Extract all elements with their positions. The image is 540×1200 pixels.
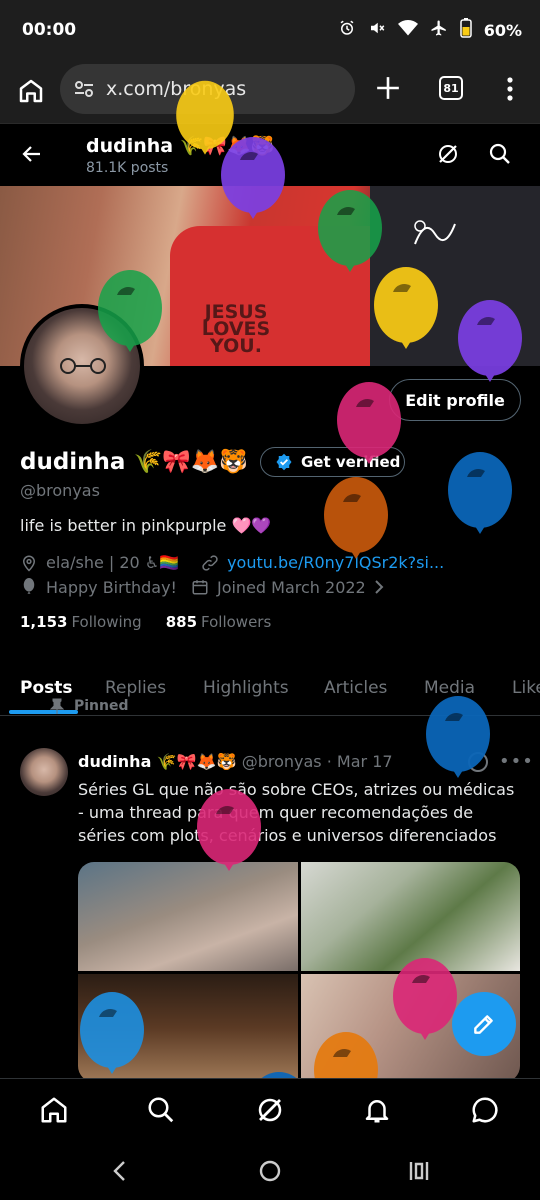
url-text: x.com/bronyas: [106, 78, 247, 100]
tweet-separator: ·: [326, 752, 332, 771]
tweet-date[interactable]: Mar 17: [337, 752, 393, 771]
location-icon: [22, 555, 36, 572]
profile-header-bar: dudinha 🌾🎀🦊🐯 81.1K posts: [0, 124, 540, 186]
airplane-icon: [430, 19, 448, 41]
new-tab-icon[interactable]: [375, 75, 401, 101]
pinned-label: Pinned: [50, 698, 129, 714]
search-icon[interactable]: [488, 142, 512, 166]
android-navigation-bar: [0, 1142, 540, 1200]
system-home-icon[interactable]: [258, 1159, 282, 1183]
back-arrow-icon[interactable]: [20, 142, 44, 166]
tweet-author-avatar[interactable]: [20, 748, 68, 796]
tab-media[interactable]: Media: [424, 660, 475, 716]
tweet-media-image[interactable]: [78, 862, 298, 971]
balloon-icon: [23, 578, 35, 594]
notifications-bell-icon[interactable]: [362, 1095, 392, 1125]
chevron-right-icon[interactable]: [372, 578, 386, 596]
tab-likes[interactable]: Like: [512, 660, 540, 716]
header-display-name: dudinha 🌾🎀🦊🐯: [86, 135, 275, 157]
verified-badge-icon: [276, 453, 292, 471]
wifi-icon: [397, 19, 418, 41]
profile-location: ela/she | 20 ♿🏳️‍🌈: [46, 553, 180, 572]
profile-joined-date: Joined March 2022: [216, 577, 366, 597]
followers-link[interactable]: 885 Followers: [166, 613, 272, 631]
following-link[interactable]: 1,153 Following: [20, 613, 142, 631]
pinned-text: Pinned: [74, 698, 129, 714]
profile-handle: @bronyas: [20, 481, 100, 500]
tab-articles[interactable]: Articles: [324, 660, 387, 716]
compose-button[interactable]: [452, 992, 516, 1056]
battery-percent: 60%: [483, 20, 522, 40]
status-bar: 00:00 60%: [0, 0, 540, 62]
tab-highlights[interactable]: Highlights: [203, 660, 289, 716]
bottom-navigation: [0, 1078, 540, 1142]
get-verified-label: Get verified: [301, 453, 401, 471]
home-tab-icon[interactable]: [39, 1095, 69, 1125]
banner-shirt-text: JESUS LOVES YOU.: [201, 301, 271, 357]
tweet-text: Séries GL que não são sobre CEOs, atrize…: [78, 780, 515, 845]
messages-icon[interactable]: [470, 1095, 500, 1125]
tab-switcher-button[interactable]: 81: [439, 76, 463, 100]
followers-count: 885: [165, 613, 198, 631]
link-icon: [202, 554, 218, 571]
banner-logo: [410, 216, 460, 255]
tweet-more-icon[interactable]: •••: [499, 751, 534, 772]
following-count: 1,153: [20, 613, 68, 631]
profile-meta-row-2: Happy Birthday! Joined March 2022: [20, 577, 394, 597]
search-tab-icon[interactable]: [146, 1095, 176, 1125]
battery-icon: [459, 18, 472, 42]
status-time: 00:00: [22, 20, 77, 40]
balloon-orange: [324, 477, 388, 559]
mute-icon: [368, 19, 386, 41]
tweet-grok-icon[interactable]: [468, 752, 488, 772]
edit-profile-button[interactable]: Edit profile: [389, 379, 521, 421]
system-recents-icon[interactable]: [408, 1160, 430, 1182]
profile-avatar[interactable]: [20, 304, 144, 428]
followers-label: Followers: [201, 613, 272, 631]
grok-tab-icon[interactable]: [255, 1095, 285, 1125]
header-post-count: 81.1K posts: [86, 160, 169, 176]
tweet-author-name[interactable]: dudinha 🌾🎀🦊🐯: [78, 752, 237, 771]
address-bar[interactable]: x.com/bronyas: [60, 64, 355, 114]
follow-stats: 1,153 Following 885 Followers: [20, 613, 271, 631]
tweet-author-handle[interactable]: @bronyas: [242, 752, 322, 771]
profile-display-name: dudinha 🌾🎀🦊🐯: [20, 449, 249, 475]
grok-icon[interactable]: [436, 142, 460, 166]
pin-icon: [50, 698, 64, 714]
system-back-icon[interactable]: [110, 1160, 130, 1182]
profile-birthday: Happy Birthday!: [46, 577, 177, 597]
banner-dark-shirt: [370, 186, 540, 366]
profile-bio: life is better in pinkpurple 🩷💜: [20, 516, 272, 535]
alarm-icon: [338, 19, 356, 41]
compose-icon: [474, 1015, 493, 1034]
profile-meta-row-1: ela/she | 20 ♿🏳️‍🌈 youtu.be/R0ny7lQSr2k?…: [20, 553, 444, 572]
browser-toolbar: x.com/bronyas 81: [0, 62, 540, 124]
more-menu-icon[interactable]: [500, 76, 520, 102]
get-verified-button[interactable]: Get verified: [260, 447, 405, 477]
profile-website-link[interactable]: youtu.be/R0ny7lQSr2k?si...: [227, 553, 444, 572]
tweet-media-grid: [78, 862, 520, 1082]
status-icons: 60%: [338, 18, 522, 42]
calendar-icon: [192, 580, 208, 595]
balloon-blue: [448, 452, 512, 534]
tweet-header: dudinha 🌾🎀🦊🐯 @bronyas · Mar 17: [78, 752, 393, 771]
following-label: Following: [71, 613, 142, 631]
avatar-glasses: [60, 358, 106, 374]
site-settings-icon[interactable]: [72, 77, 96, 101]
tweet-media-image[interactable]: [78, 973, 298, 1082]
home-icon[interactable]: [16, 76, 46, 106]
tweet-media-image[interactable]: [300, 862, 520, 971]
